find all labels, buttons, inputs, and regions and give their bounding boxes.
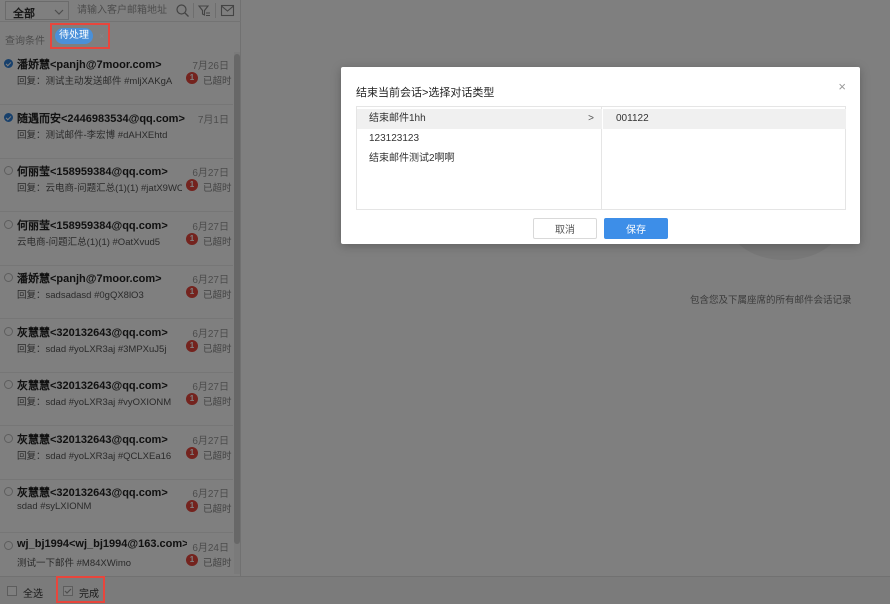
cancel-button[interactable]: 取消 <box>533 218 597 239</box>
highlight-box-done <box>56 576 105 603</box>
option-label: 123123123 <box>369 133 420 144</box>
conversation-type-dialog: 结束当前会话>选择对话类型 × 结束邮件1hh >123123123 结束邮件测试2… <box>341 67 860 244</box>
secondary-type-option[interactable]: 001122 <box>603 109 846 129</box>
highlight-box-filter <box>50 23 110 49</box>
close-icon[interactable]: × <box>838 80 846 93</box>
primary-type-column: 结束邮件1hh >123123123 结束邮件测试2啊啊 <box>357 107 602 209</box>
dialog-title: 结束当前会话>选择对话类型 <box>356 87 495 99</box>
type-selector: 结束邮件1hh >123123123 结束邮件测试2啊啊 001122 <box>356 106 846 210</box>
option-label: 001122 <box>616 113 649 124</box>
secondary-type-column: 001122 <box>603 107 846 209</box>
primary-type-option[interactable]: 123123123 <box>357 129 602 149</box>
primary-type-option[interactable]: 结束邮件测试2啊啊 <box>357 149 602 169</box>
option-label: 结束邮件测试2啊啊 <box>369 153 455 164</box>
save-button[interactable]: 保存 <box>604 218 668 239</box>
primary-type-option[interactable]: 结束邮件1hh > <box>357 109 602 129</box>
option-label: 结束邮件1hh <box>369 113 426 124</box>
chevron-right-icon: > <box>588 113 594 124</box>
